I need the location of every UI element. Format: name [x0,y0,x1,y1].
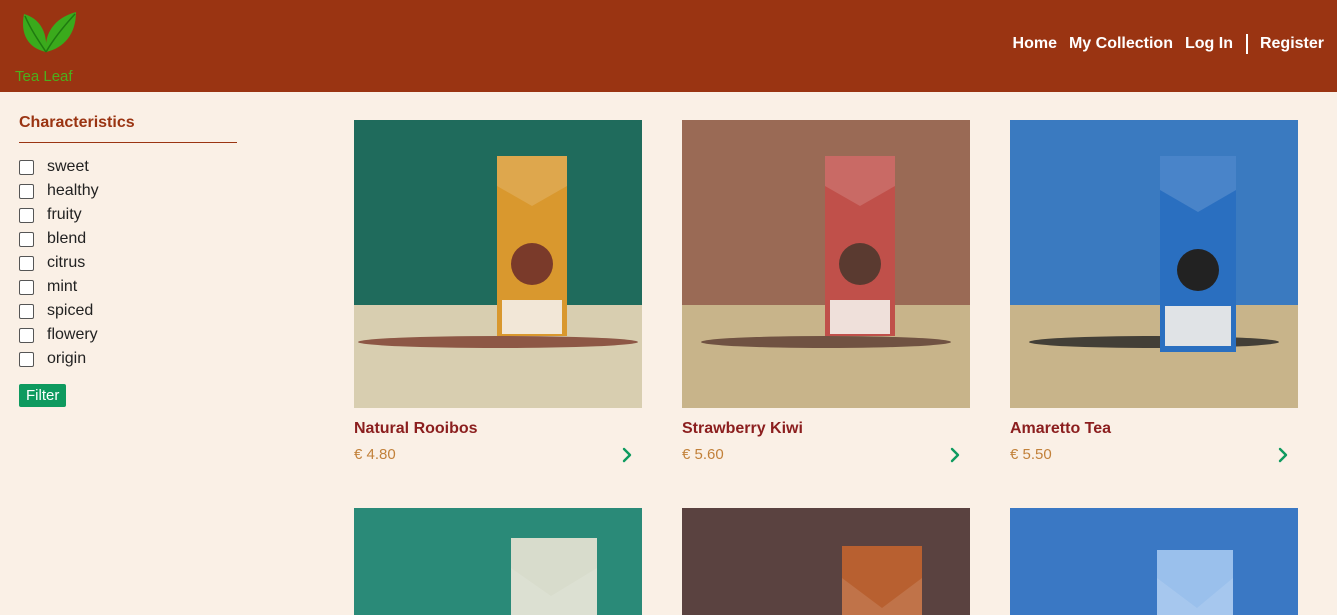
characteristic-label: citrus [47,254,86,271]
product-name[interactable]: Strawberry Kiwi [682,420,970,438]
characteristic-label: fruity [47,206,82,223]
product-card[interactable]: Amaretto Tea € 5.50 [1010,120,1298,463]
nav-my-collection[interactable]: My Collection [1069,35,1173,53]
characteristic-label: flowery [47,326,98,343]
characteristic-checkbox[interactable] [19,255,34,271]
characteristic-label: sweet [47,158,89,175]
characteristic-item[interactable]: mint [19,275,237,299]
product-name[interactable]: Amaretto Tea [1010,420,1298,438]
nav-divider [1245,34,1248,54]
brand-logo[interactable]: Tea Leaf [14,8,84,88]
tea-bag-illustration [1010,156,1298,408]
characteristic-label: origin [47,350,87,367]
characteristic-label: mint [47,278,78,295]
chevron-right-icon[interactable] [950,447,960,468]
characteristic-item[interactable]: blend [19,227,237,251]
product-price: € 5.50 [1010,446,1052,463]
characteristic-item[interactable]: spiced [19,299,237,323]
nav-log-in[interactable]: Log In [1185,35,1233,53]
brand-name: Tea Leaf [15,68,73,85]
tea-leaves-icon [22,12,76,53]
characteristic-item[interactable]: healthy [19,179,237,203]
chevron-right-icon[interactable] [1278,447,1288,468]
characteristic-label: healthy [47,182,99,199]
nav-home[interactable]: Home [1013,35,1057,53]
product-card[interactable] [682,508,970,615]
characteristic-checkbox[interactable] [19,303,34,319]
characteristics-list: sweet healthy fruity blend citrus mint spiced f… [19,155,237,371]
main-nav: Home My Collection Log In Register [1001,34,1324,54]
characteristic-item[interactable]: origin [19,347,237,371]
filter-button[interactable]: Filter [19,384,67,407]
tea-bag-illustration [842,546,922,615]
characteristic-checkbox[interactable] [19,351,34,367]
characteristic-label: blend [47,230,87,247]
characteristic-item[interactable]: sweet [19,155,237,179]
product-card[interactable] [1010,508,1298,615]
tea-bag-illustration [354,156,642,408]
characteristic-checkbox[interactable] [19,327,34,343]
chevron-right-icon[interactable] [622,447,632,468]
product-image[interactable] [1010,120,1298,408]
characteristic-label: spiced [47,302,94,319]
product-price: € 5.60 [682,446,724,463]
nav-register[interactable]: Register [1260,35,1324,53]
product-image[interactable] [354,120,642,408]
characteristic-item[interactable]: flowery [19,323,237,347]
characteristic-checkbox[interactable] [19,207,34,223]
tea-bag-illustration [682,156,970,408]
product-card[interactable]: Natural Rooibos € 4.80 [354,120,642,463]
characteristic-checkbox[interactable] [19,279,34,295]
product-image[interactable] [682,508,970,615]
product-name[interactable]: Natural Rooibos [354,420,642,438]
tea-bag-illustration [511,538,597,615]
filter-sidebar: Characteristics sweet healthy fruity blend c… [19,114,237,407]
characteristic-checkbox[interactable] [19,231,34,247]
site-header: Tea Leaf Home My Collection Log In Regis… [0,0,1337,92]
filter-title: Characteristics [19,114,237,143]
product-image[interactable] [682,120,970,408]
product-card[interactable]: Strawberry Kiwi € 5.60 [682,120,970,463]
product-price: € 4.80 [354,446,396,463]
product-image[interactable] [1010,508,1298,615]
product-card[interactable] [354,508,642,615]
characteristic-item[interactable]: citrus [19,251,237,275]
tea-bag-illustration [1157,550,1233,615]
product-image[interactable] [354,508,642,615]
characteristic-item[interactable]: fruity [19,203,237,227]
characteristic-checkbox[interactable] [19,183,34,199]
characteristic-checkbox[interactable] [19,159,34,175]
